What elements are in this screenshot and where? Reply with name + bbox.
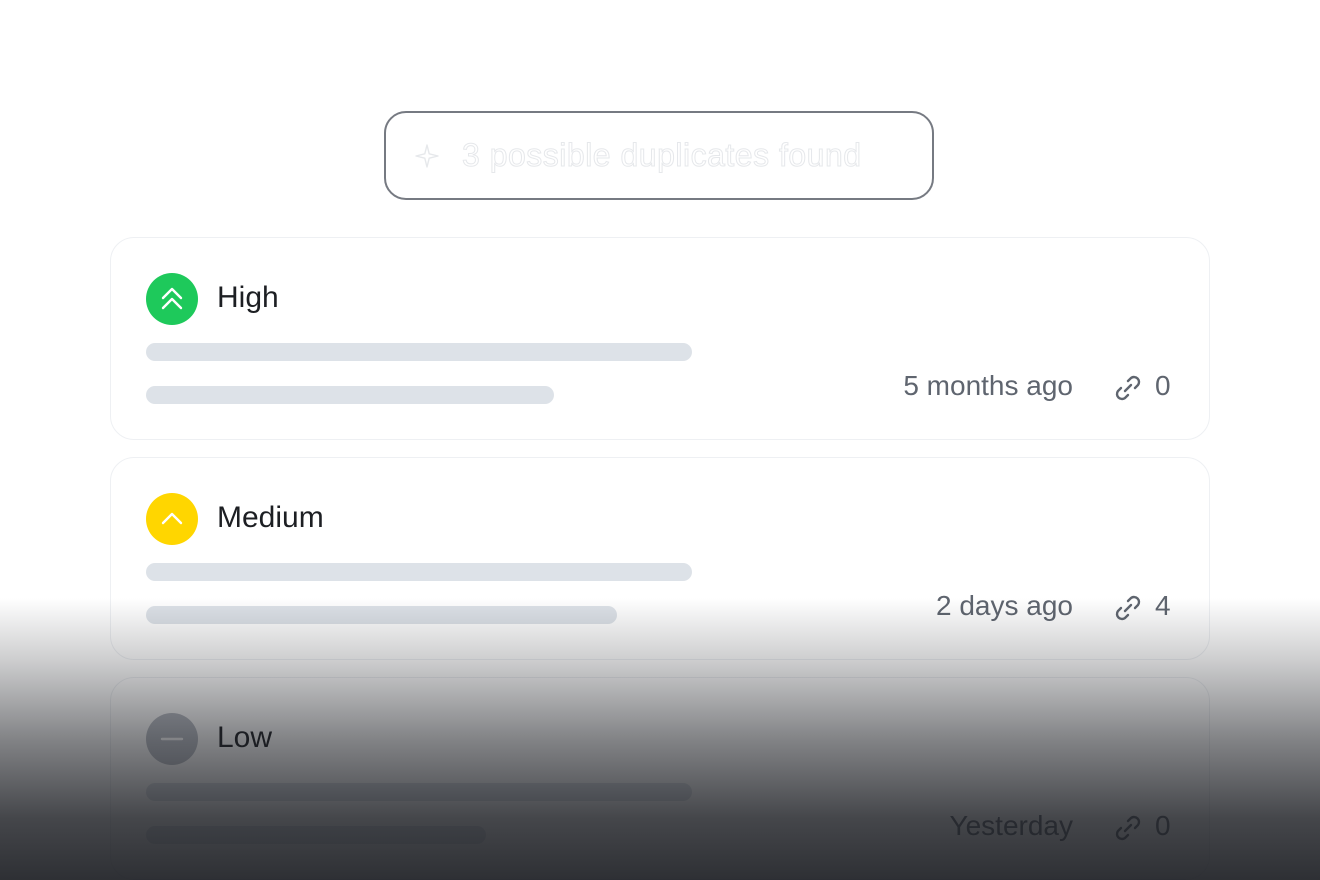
title-placeholder <box>146 563 692 581</box>
issue-card-medium[interactable]: Medium 2 days ago 4 <box>110 457 1210 660</box>
priority-label: Low <box>217 721 273 754</box>
title-placeholder <box>146 783 692 801</box>
duplicates-label: 3 possible duplicates found <box>462 137 862 174</box>
title-placeholder <box>146 343 692 361</box>
link-icon[interactable] <box>1111 811 1145 845</box>
description-placeholder <box>146 386 554 404</box>
updated-time: 5 months ago <box>903 370 1073 401</box>
link-icon[interactable] <box>1111 371 1145 405</box>
issue-card-low[interactable]: Low Yesterday 0 <box>110 677 1210 880</box>
description-placeholder <box>146 826 486 844</box>
issue-card-high[interactable]: High 5 months ago 0 <box>110 237 1210 440</box>
updated-time: 2 days ago <box>936 590 1073 621</box>
priority-label: Medium <box>217 501 324 534</box>
updated-time: Yesterday <box>949 810 1074 841</box>
description-placeholder <box>146 606 617 624</box>
double-chevron-up-icon <box>146 273 198 325</box>
link-count: 0 <box>1155 370 1171 401</box>
minus-icon <box>146 713 198 765</box>
link-count: 0 <box>1155 810 1171 841</box>
chevron-up-icon <box>146 493 198 545</box>
link-count: 4 <box>1155 590 1171 621</box>
link-icon[interactable] <box>1111 591 1145 625</box>
sparkle-icon <box>414 143 440 169</box>
priority-label: High <box>217 281 279 314</box>
duplicates-found-button[interactable]: 3 possible duplicates found <box>384 111 934 200</box>
